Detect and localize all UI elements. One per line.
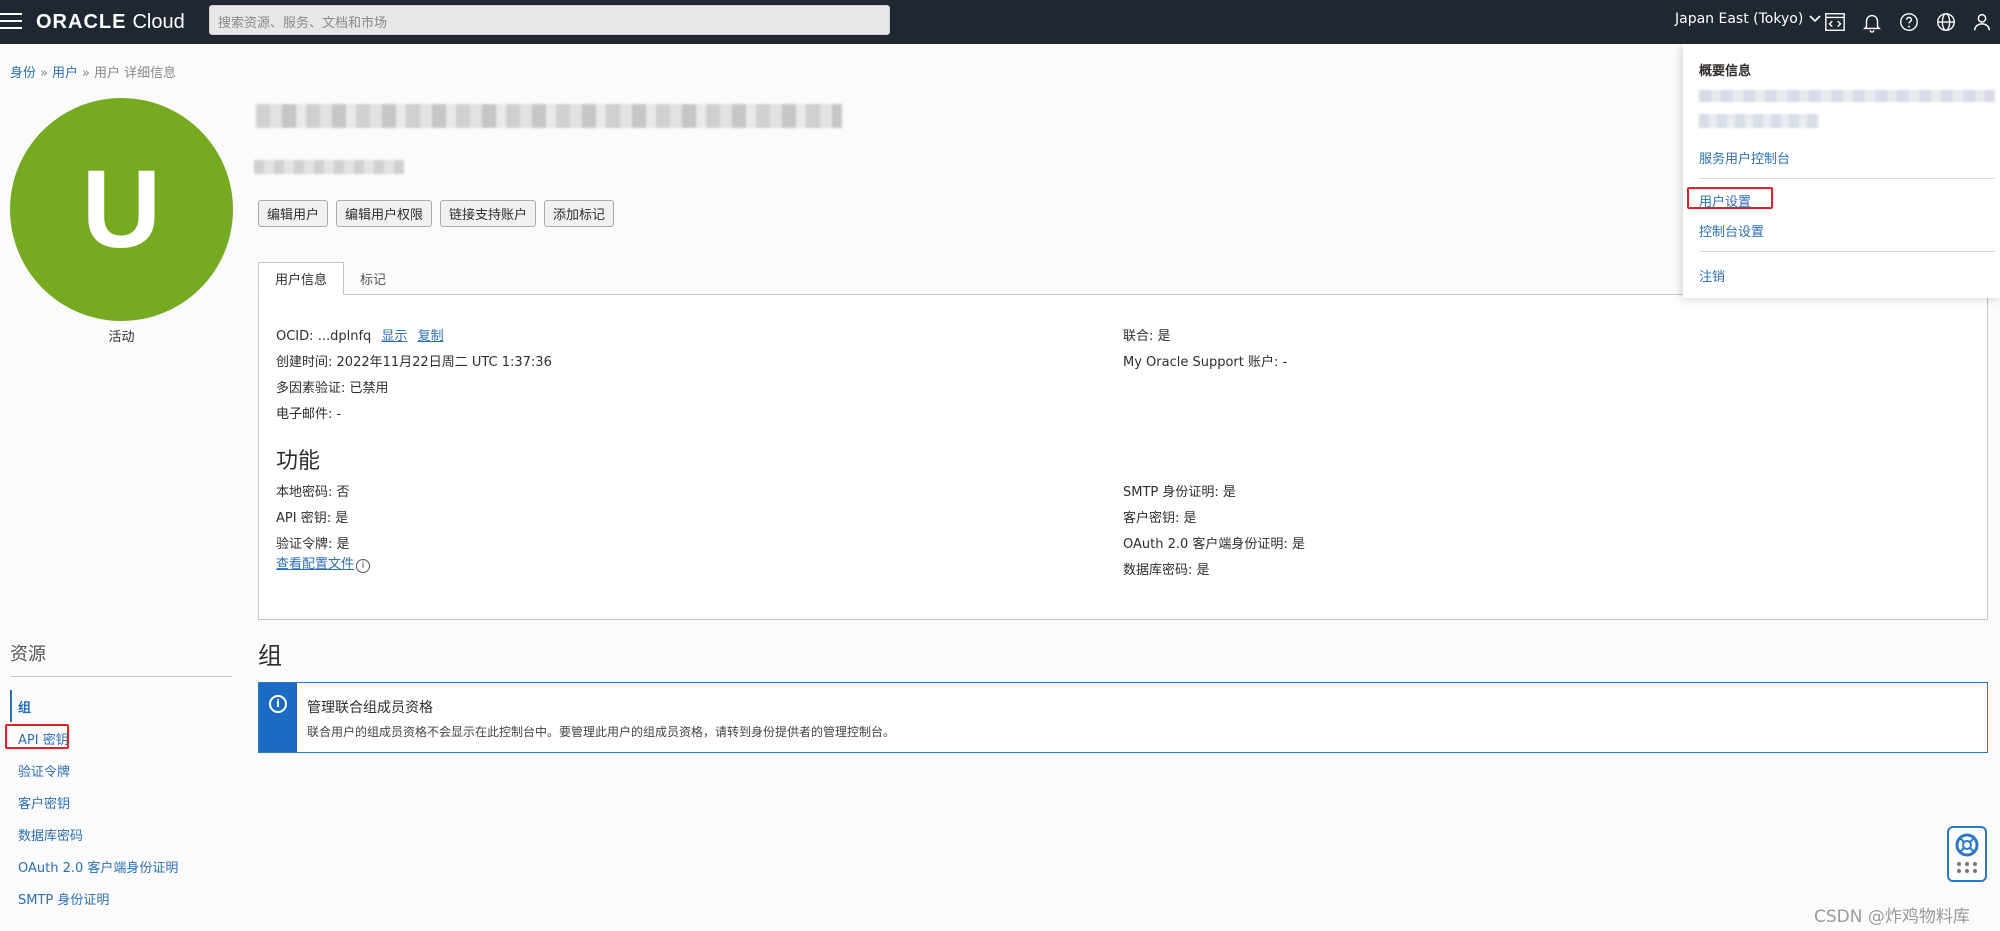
tab-user-info[interactable]: 用户信息: [258, 262, 345, 295]
resource-item-smtp[interactable]: SMTP 身份证明: [10, 882, 232, 914]
smtp-field: SMTP 身份证明: 是: [1123, 485, 1236, 500]
info-circle-icon: i: [269, 695, 287, 713]
api-keys-field: API 密钥: 是: [276, 511, 349, 526]
resources-title: 资源: [10, 644, 46, 665]
top-header: ORACLE Cloud 搜索资源、服务、文档和市场 Japan East (T…: [0, 0, 2000, 44]
db-password-field: 数据库密码: 是: [1123, 563, 1210, 578]
oauth-field: OAuth 2.0 客户端身份证明: 是: [1123, 537, 1305, 552]
tab-bar: 用户信息 标记: [258, 262, 402, 295]
user-settings-link[interactable]: 用户设置: [1699, 191, 1751, 210]
resource-item-oauth[interactable]: OAuth 2.0 客户端身份证明: [10, 850, 232, 882]
resource-item-api-keys[interactable]: API 密钥: [10, 722, 232, 754]
user-profile-icon[interactable]: [1969, 9, 1995, 35]
region-selector[interactable]: Japan East (Tokyo): [1675, 11, 1821, 27]
breadcrumb-current: 用户 详细信息: [93, 66, 177, 81]
hamburger-menu-icon[interactable]: [0, 11, 22, 31]
oracle-cloud-logo[interactable]: ORACLE Cloud: [36, 8, 185, 36]
service-user-console-link[interactable]: 服务用户控制台: [1699, 148, 1790, 167]
search-input[interactable]: 搜索资源、服务、文档和市场: [209, 5, 890, 35]
notice-bar: i: [259, 683, 297, 752]
code-editor-icon[interactable]: [1822, 9, 1848, 35]
brand-name: ORACLE: [36, 10, 127, 33]
help-icon[interactable]: [1896, 9, 1922, 35]
product-name: Cloud: [132, 10, 185, 33]
edit-user-capabilities-button[interactable]: 编辑用户权限: [336, 200, 433, 227]
resource-item-customer-keys[interactable]: 客户密钥: [10, 786, 232, 818]
redacted-user-subtitle: [254, 160, 404, 174]
bell-icon[interactable]: [1859, 9, 1885, 35]
globe-icon[interactable]: [1933, 9, 1959, 35]
redacted-profile-line: [1699, 90, 1995, 102]
support-float-button[interactable]: [1947, 826, 1987, 882]
add-tags-button[interactable]: 添加标记: [544, 200, 615, 227]
profile-dropdown: 概要信息 服务用户控制台 用户设置 控制台设置 注销: [1683, 44, 2000, 298]
view-profile-link[interactable]: 查看配置文件: [276, 557, 354, 572]
mfa-field: 多因素验证: 已禁用: [276, 381, 389, 396]
watermark: CSDN @炸鸡物料库: [1814, 907, 1970, 927]
action-bar: 编辑用户 编辑用户权限 链接支持账户 添加标记: [258, 200, 615, 227]
created-field: 创建时间: 2022年11月22日周二 UTC 1:37:36: [276, 355, 552, 370]
region-label: Japan East (Tokyo): [1675, 11, 1804, 27]
menu-divider: [1699, 178, 1995, 179]
info-icon[interactable]: i: [356, 559, 371, 573]
profile-menu-title: 概要信息: [1699, 64, 1752, 79]
resource-item-groups[interactable]: 组: [10, 690, 232, 722]
breadcrumb-users[interactable]: 用户: [52, 66, 78, 81]
chevron-down-icon: [1809, 15, 1821, 23]
tab-tags[interactable]: 标记: [344, 262, 402, 295]
avatar: U: [10, 98, 233, 321]
info-notice: i 管理联合组成员资格 联合用户的组成员资格不会显示在此控制台中。要管理此用户的…: [258, 682, 1988, 753]
capabilities-title: 功能: [276, 449, 321, 474]
auth-tokens-field: 验证令牌: 是: [276, 537, 350, 552]
link-support-account-button[interactable]: 链接支持账户: [440, 200, 537, 227]
lifebuoy-icon: [1955, 833, 1979, 857]
sign-out-link[interactable]: 注销: [1699, 266, 1725, 285]
redacted-profile-line-2: [1699, 114, 1819, 128]
drag-handle-icon[interactable]: [1956, 862, 1978, 873]
breadcrumb: 身份» 用户» 用户 详细信息: [10, 66, 177, 81]
ocid-show-link[interactable]: 显示: [381, 329, 407, 344]
resource-item-db-passwords[interactable]: 数据库密码: [10, 818, 232, 850]
resources-list: 组 API 密钥 验证令牌 客户密钥 数据库密码 OAuth 2.0 客户端身份…: [10, 690, 232, 914]
notice-title: 管理联合组成员资格: [307, 700, 433, 716]
notice-body: 联合用户的组成员资格不会显示在此控制台中。要管理此用户的组成员资格，请转到身份提…: [307, 725, 896, 739]
local-password-field: 本地密码: 否: [276, 485, 350, 500]
resource-item-auth-tokens[interactable]: 验证令牌: [10, 754, 232, 786]
ocid-copy-link[interactable]: 复制: [418, 329, 444, 344]
edit-user-button[interactable]: 编辑用户: [258, 200, 329, 227]
menu-divider: [1699, 251, 1995, 252]
groups-title: 组: [258, 642, 282, 670]
status-badge: 活动: [108, 330, 135, 345]
federated-field: 联合: 是: [1123, 329, 1171, 344]
customer-keys-field: 客户密钥: 是: [1123, 511, 1197, 526]
email-field: 电子邮件: -: [276, 407, 342, 422]
resources-divider: [10, 676, 232, 677]
mos-account-field: My Oracle Support 账户: -: [1123, 355, 1288, 370]
redacted-user-name: [256, 104, 842, 128]
breadcrumb-identity[interactable]: 身份: [10, 66, 36, 81]
view-profile-field: 查看配置文件 i: [276, 553, 371, 573]
console-settings-link[interactable]: 控制台设置: [1699, 221, 1764, 240]
user-info-panel: OCID: ...dplnfq 显示 复制 创建时间: 2022年11月22日周…: [258, 294, 1988, 620]
ocid-field: OCID: ...dplnfq 显示 复制: [276, 329, 444, 344]
